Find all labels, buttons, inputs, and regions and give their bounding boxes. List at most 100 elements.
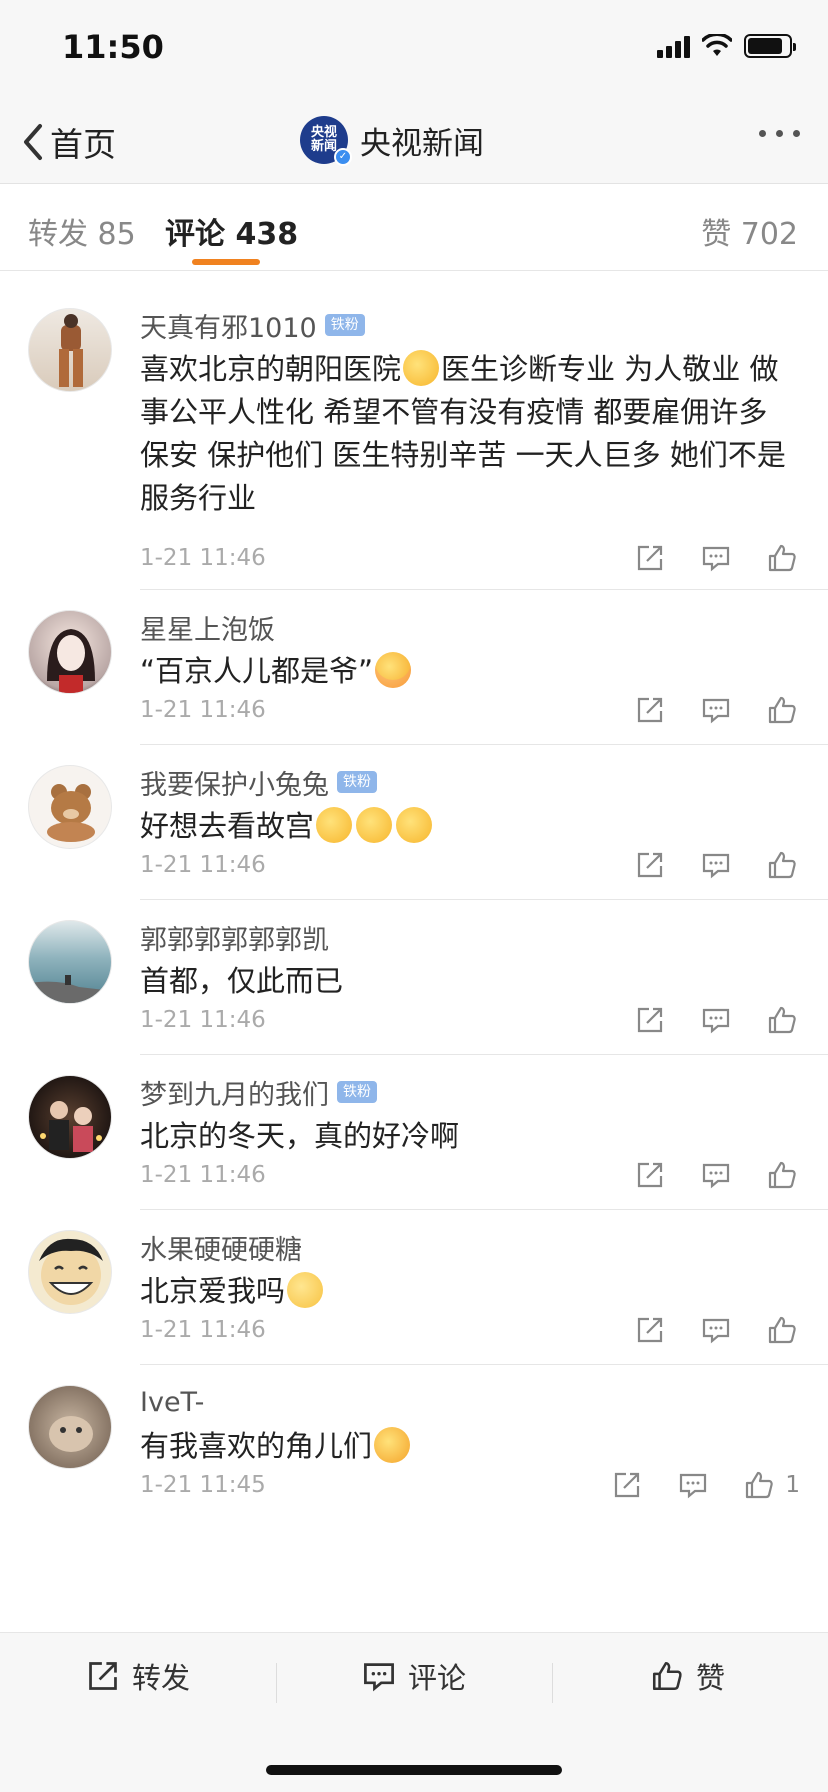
wifi-icon — [702, 34, 732, 56]
comment-item: 郭郭郭郭郭郭凯 首都，仅此而已 1-21 11:46 — [0, 900, 828, 1055]
account-logo: 央视新闻 ✓ — [300, 116, 352, 166]
reply-icon[interactable] — [698, 847, 734, 883]
comment-text: 北京的冬天，真的好冷啊 — [140, 1119, 460, 1153]
comment-text: “百京人儿都是爷” — [140, 650, 794, 693]
avatar[interactable] — [28, 1075, 112, 1159]
comment-author[interactable]: 水果硬硬硬糖 — [140, 1228, 302, 1267]
comment-text: 有我喜欢的角儿们 — [140, 1425, 794, 1468]
share-icon — [89, 1662, 117, 1690]
avatar[interactable] — [28, 1230, 112, 1314]
home-indicator[interactable] — [266, 1765, 562, 1775]
reply-icon[interactable] — [698, 692, 734, 728]
signal-icon — [657, 34, 690, 58]
shrug-icon — [287, 1272, 324, 1308]
reply-icon[interactable] — [698, 1157, 734, 1193]
chevron-left-icon — [24, 124, 42, 160]
comment-time: 1-21 11:46 — [140, 852, 266, 878]
tab-like[interactable]: 赞 702 — [701, 209, 798, 253]
comment-icon — [364, 1663, 394, 1692]
comment-author[interactable]: 我要保护小兔兔 — [140, 763, 329, 802]
bottom-action-bar: 转发 评论 赞 — [0, 1632, 828, 1792]
status-icons — [657, 34, 796, 58]
share-icon[interactable] — [632, 1157, 668, 1193]
happy-icon — [374, 1427, 411, 1463]
comment-item: IveT- 有我喜欢的角儿们 1-21 11:45 1 — [0, 1365, 828, 1520]
like-icon[interactable] — [764, 692, 800, 728]
comment-time: 1-21 11:46 — [140, 1317, 266, 1343]
comment-list: 天真有邪1010 铁粉 喜欢北京的朝阳医院 医生诊断专业 为人敬业 做事公平人性化… — [0, 272, 828, 1632]
comment-label: 评论 — [408, 1661, 467, 1695]
sleepy-icon — [396, 807, 433, 843]
like-icon[interactable] — [764, 1002, 800, 1038]
comment-item: 水果硬硬硬糖 北京爱我吗 1-21 11:46 — [0, 1210, 828, 1365]
comment-author[interactable]: 星星上泡饭 — [140, 608, 275, 647]
account-logo-text: 央视新闻 — [310, 125, 337, 154]
comment-text: 北京爱我吗 — [140, 1270, 794, 1313]
sleepy-icon — [316, 807, 353, 843]
share-icon[interactable] — [632, 1312, 668, 1348]
page-title: 央视新闻 — [360, 125, 484, 162]
comment-text: 好想去看故宫 — [140, 805, 794, 848]
like-icon[interactable] — [764, 1312, 800, 1348]
more-button[interactable] — [759, 130, 800, 137]
avatar[interactable] — [28, 308, 112, 392]
share-icon[interactable] — [632, 1002, 668, 1038]
repost-button[interactable]: 转发 — [86, 1655, 190, 1697]
comment-time: 1-21 11:46 — [140, 697, 266, 723]
fan-badge: 铁粉 — [324, 314, 365, 336]
share-icon[interactable] — [609, 1467, 645, 1503]
like-icon[interactable] — [764, 1157, 800, 1193]
comment-text: 首都，仅此而已 — [140, 964, 344, 998]
comment-time: 1-21 11:46 — [140, 1007, 266, 1033]
comment-item: 天真有邪1010 铁粉 喜欢北京的朝阳医院 医生诊断专业 为人敬业 做事公平人性化… — [0, 272, 828, 590]
like-icon — [652, 1661, 682, 1691]
status-bar: 11:50 — [0, 0, 828, 100]
back-label: 首页 — [50, 125, 116, 164]
avatar[interactable] — [28, 1385, 112, 1469]
comment-author[interactable]: 梦到九月的我们 — [140, 1073, 329, 1112]
reply-icon[interactable] — [698, 540, 734, 576]
avatar[interactable] — [28, 920, 112, 1004]
avatar[interactable] — [28, 765, 112, 849]
comment-time: 1-21 11:46 — [140, 1162, 266, 1188]
reply-icon[interactable] — [698, 1002, 734, 1038]
like-count: 1 — [785, 1472, 800, 1498]
comment-time: 1-21 11:46 — [140, 545, 266, 571]
like-icon[interactable] — [741, 1467, 777, 1503]
avatar[interactable] — [28, 610, 112, 694]
comment-item: 星星上泡饭 “百京人儿都是爷” 1-21 11:46 — [0, 590, 828, 745]
like-icon[interactable] — [764, 847, 800, 883]
comment-button[interactable]: 评论 — [362, 1655, 466, 1697]
status-time: 11:50 — [62, 28, 164, 66]
share-icon[interactable] — [632, 540, 668, 576]
fan-badge: 铁粉 — [337, 1081, 377, 1103]
repost-label: 转发 — [132, 1661, 191, 1695]
comment-author[interactable]: 天真有邪1010 — [140, 306, 317, 345]
like-button[interactable]: 赞 — [650, 1655, 725, 1697]
reply-icon[interactable] — [675, 1467, 711, 1503]
back-button[interactable]: 首页 — [20, 118, 116, 166]
tab-comment[interactable]: 评论 438 — [165, 209, 298, 253]
fan-badge: 铁粉 — [337, 771, 377, 793]
like-label: 赞 — [696, 1661, 726, 1695]
comment-item: 我要保护小兔兔 铁粉 好想去看故宫 1-21 11:46 — [0, 745, 828, 900]
share-icon[interactable] — [632, 847, 668, 883]
share-icon[interactable] — [632, 692, 668, 728]
account-header[interactable]: 央视新闻 ✓ 央视新闻 — [300, 116, 484, 166]
nav-bar: 首页 央视新闻 ✓ 央视新闻 — [0, 100, 828, 184]
comment-author[interactable]: 郭郭郭郭郭郭凯 — [140, 918, 329, 957]
battery-icon — [744, 34, 796, 58]
tab-bar: 转发 85 评论 438 赞 702 — [0, 185, 828, 271]
active-tab-indicator — [192, 259, 260, 265]
comment-text: 喜欢北京的朝阳医院 医生诊断专业 为人敬业 做事公平人性化 希望不管有没有疫情 都… — [140, 350, 786, 515]
reply-icon[interactable] — [698, 1312, 734, 1348]
tab-repost[interactable]: 转发 85 — [28, 209, 136, 253]
comment-author[interactable]: IveT- — [140, 1387, 204, 1418]
sleepy-icon — [356, 807, 393, 843]
like-icon[interactable] — [764, 540, 800, 576]
verified-icon: ✓ — [334, 148, 352, 166]
shy-icon — [375, 652, 412, 688]
comment-item: 梦到九月的我们 铁粉 北京的冬天，真的好冷啊 1-21 11:46 — [0, 1055, 828, 1210]
cry-laugh-icon — [403, 350, 440, 386]
comment-time: 1-21 11:45 — [140, 1472, 266, 1498]
